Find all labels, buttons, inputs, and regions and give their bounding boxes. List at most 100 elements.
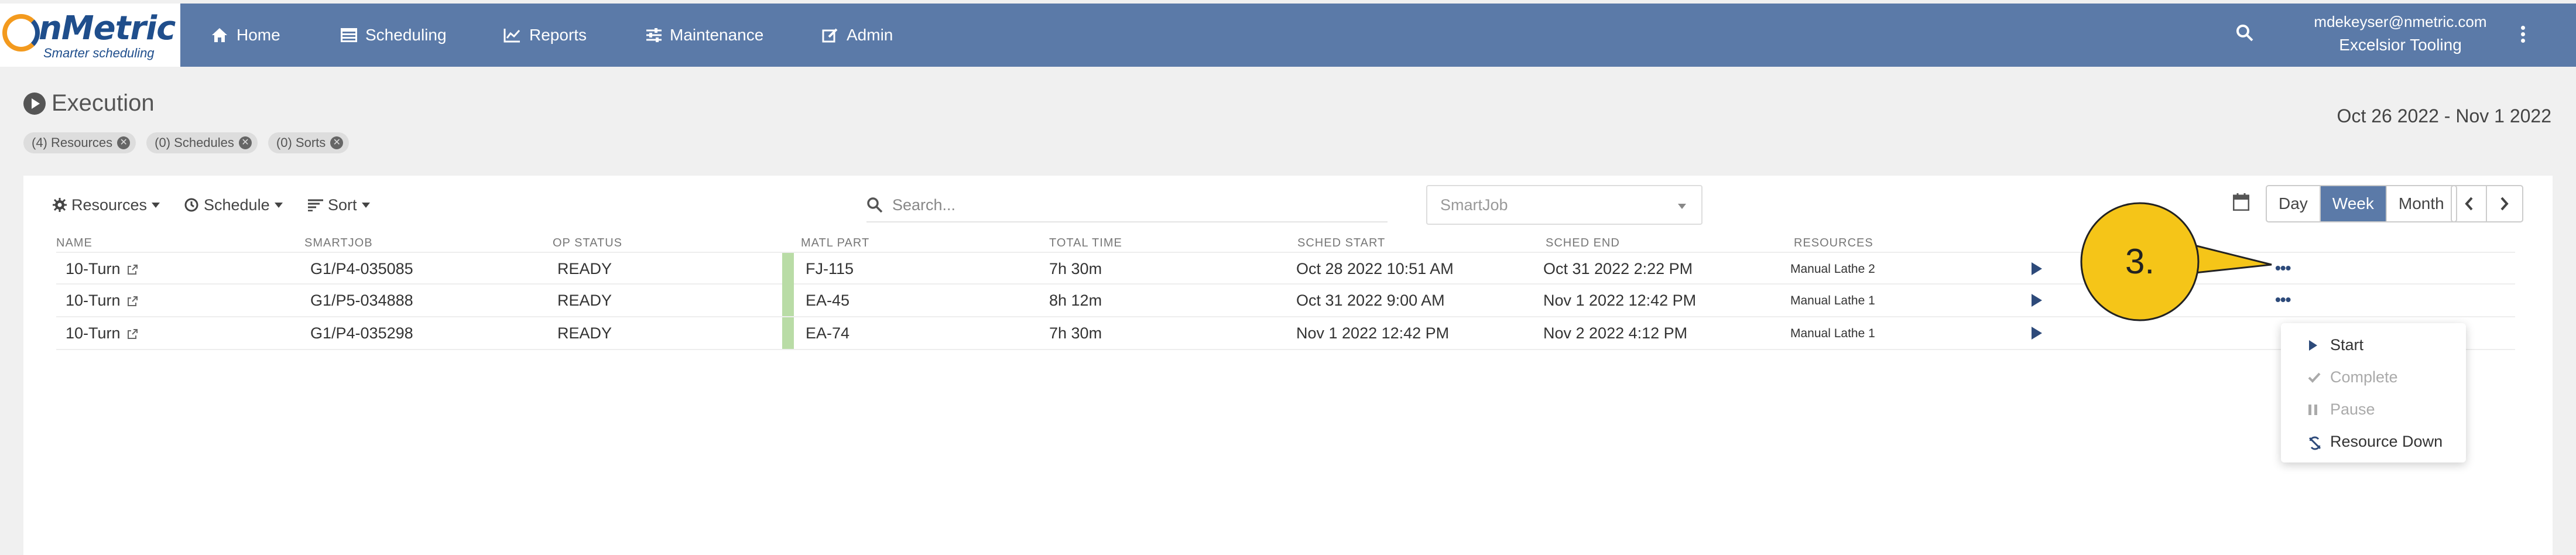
status-indicator — [782, 253, 794, 285]
cell-sched-start: Oct 31 2022 9:00 AM — [1296, 292, 1445, 309]
name-text: 10-Turn — [66, 324, 121, 342]
nav-home-label: Home — [237, 26, 280, 44]
cell-op-status: READY — [557, 324, 612, 342]
annotation-callout: 3. — [2080, 202, 2272, 321]
play-icon — [2309, 340, 2317, 351]
cell-matl-part: FJ-115 — [806, 260, 854, 278]
clock-icon — [184, 198, 198, 212]
page-title: Execution — [23, 90, 155, 117]
cell-total-time: 7h 30m — [1049, 260, 1102, 278]
gear-icon — [53, 198, 67, 212]
nav-home[interactable]: Home — [211, 4, 280, 67]
caret-down-icon — [274, 202, 283, 208]
sort-dropdown[interactable]: Sort — [308, 193, 370, 217]
col-smartjob[interactable]: SMARTJOB — [304, 237, 373, 250]
cell-sched-end: Oct 31 2022 2:22 PM — [1543, 260, 1693, 278]
range-toggle: Day Week Month — [2266, 185, 2457, 222]
col-op-status[interactable]: OP STATUS — [553, 237, 622, 250]
range-month[interactable]: Month — [2387, 186, 2456, 221]
cell-smartjob: G1/P5-034888 — [310, 292, 413, 309]
nav-reports[interactable]: Reports — [503, 4, 587, 67]
resources-dropdown[interactable]: Resources — [53, 193, 160, 217]
cell-total-time: 8h 12m — [1049, 292, 1102, 309]
col-total-time[interactable]: TOTAL TIME — [1049, 237, 1122, 250]
resource-down-icon — [2308, 436, 2321, 450]
play-icon[interactable] — [2032, 262, 2042, 275]
close-icon[interactable]: ✕ — [330, 136, 344, 149]
close-icon[interactable]: ✕ — [238, 136, 252, 149]
col-sched-start[interactable]: SCHED START — [1297, 237, 1385, 250]
cell-matl-part: EA-74 — [806, 324, 850, 342]
cell-total-time: 7h 30m — [1049, 324, 1102, 342]
col-name[interactable]: NAME — [56, 237, 93, 250]
cell-resources: Manual Lathe 2 — [1790, 262, 1875, 276]
search-input[interactable] — [892, 196, 1361, 214]
nav-reports-label: Reports — [529, 26, 587, 44]
nav-search-button[interactable] — [2235, 23, 2254, 45]
name-text: 10-Turn — [66, 292, 121, 309]
edit-icon — [822, 28, 838, 43]
chip-resources: (4) Resources ✕ — [23, 132, 136, 153]
menu-pause: Pause — [2281, 393, 2466, 426]
brand-logo[interactable]: nMetric Smarter scheduling — [0, 4, 180, 67]
menu-complete-label: Complete — [2330, 368, 2398, 386]
chip-sorts: (0) Sorts ✕ — [268, 132, 350, 153]
row-action-menu: Start Complete Pause Resource Down — [2281, 323, 2466, 462]
home-icon — [212, 28, 227, 42]
play-icon[interactable] — [2032, 327, 2042, 340]
search-icon — [867, 197, 883, 213]
play-circle-icon — [23, 92, 46, 115]
schedule-dropdown[interactable]: Schedule — [184, 193, 283, 217]
chevron-left-icon[interactable] — [2452, 186, 2487, 221]
user-email: mdekeyser@nmetric.com — [2314, 13, 2487, 30]
name-text: 10-Turn — [66, 260, 121, 278]
cell-sched-start: Nov 1 2022 12:42 PM — [1296, 324, 1450, 342]
external-link-icon[interactable] — [126, 296, 138, 307]
cell-name[interactable]: 10-Turn — [66, 292, 138, 310]
cell-sched-end: Nov 2 2022 4:12 PM — [1543, 324, 1688, 342]
close-icon[interactable]: ✕ — [117, 136, 131, 149]
resources-label: Resources — [71, 196, 148, 214]
external-link-icon[interactable] — [126, 264, 138, 276]
nav-admin[interactable]: Admin — [822, 4, 893, 67]
cell-resources: Manual Lathe 1 — [1790, 294, 1875, 307]
sliders-icon — [646, 28, 662, 42]
user-menu[interactable]: mdekeyser@nmetric.com Excelsior Tooling — [2272, 13, 2529, 54]
external-link-icon[interactable] — [126, 328, 138, 340]
cell-smartjob: G1/P4-035298 — [310, 324, 413, 342]
chip-label: (0) Sorts — [276, 135, 326, 150]
chevron-right-icon[interactable] — [2487, 186, 2522, 221]
smartjob-select[interactable]: SmartJob — [1426, 185, 1703, 225]
brand-name: nMetric — [39, 9, 176, 47]
col-resources[interactable]: RESOURCES — [1794, 237, 1873, 250]
menu-start-label: Start — [2330, 336, 2364, 354]
user-company: Excelsior Tooling — [2339, 36, 2462, 54]
scheduling-icon — [341, 28, 357, 42]
search-box — [866, 189, 1388, 222]
nav-maintenance-label: Maintenance — [670, 26, 764, 44]
col-sched-end[interactable]: SCHED END — [1546, 237, 1620, 250]
nav-scheduling-label: Scheduling — [365, 26, 447, 44]
nav-admin-label: Admin — [847, 26, 893, 44]
cell-matl-part: EA-45 — [806, 292, 850, 309]
play-icon[interactable] — [2032, 294, 2042, 307]
nav-maintenance[interactable]: Maintenance — [646, 4, 763, 67]
menu-resource-down[interactable]: Resource Down — [2281, 426, 2466, 458]
callout-label: 3. — [2125, 242, 2154, 281]
page-title-text: Execution — [52, 90, 155, 116]
more-vertical-icon[interactable] — [2521, 26, 2526, 43]
cell-name[interactable]: 10-Turn — [66, 260, 138, 278]
range-week[interactable]: Week — [2320, 186, 2387, 221]
menu-complete: Complete — [2281, 361, 2466, 393]
menu-pause-label: Pause — [2330, 400, 2375, 418]
chevron-down-icon — [1678, 204, 1686, 209]
chip-schedules: (0) Schedules ✕ — [146, 132, 258, 153]
cell-smartjob: G1/P4-035085 — [310, 260, 413, 278]
cell-op-status: READY — [557, 292, 612, 309]
smartjob-select-value: SmartJob — [1440, 196, 1508, 214]
nav-scheduling[interactable]: Scheduling — [341, 4, 447, 67]
cell-name[interactable]: 10-Turn — [66, 324, 138, 342]
menu-start[interactable]: Start — [2281, 329, 2466, 361]
sort-lines-icon — [308, 199, 323, 211]
col-matl-part[interactable]: MATL PART — [801, 237, 869, 250]
